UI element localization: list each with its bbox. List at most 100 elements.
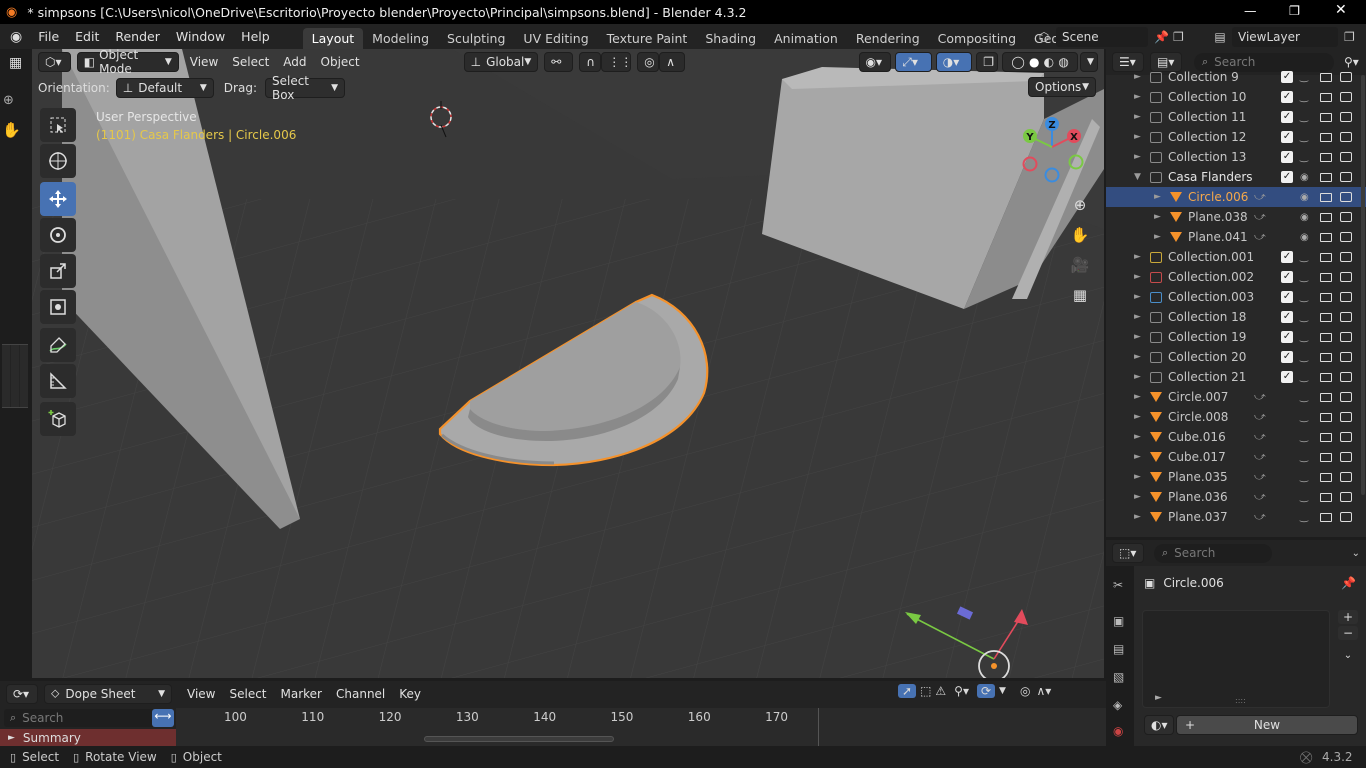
outliner-row[interactable]: ► Circle.006 ⤻ ◉ xyxy=(1106,187,1366,207)
visibility-dropdown[interactable]: ◉▾ xyxy=(858,52,892,72)
view-layer-tab-icon[interactable]: ▧ xyxy=(1113,670,1124,684)
expand-arrow-icon[interactable]: ► xyxy=(1134,132,1141,142)
eye-icon[interactable]: ‿ xyxy=(1300,292,1308,303)
scene-selector[interactable]: ⬡ Scene 📌 ❐ xyxy=(1032,26,1184,47)
gizmo-neg-x[interactable] xyxy=(1022,156,1038,172)
new-viewlayer-icon[interactable]: ❐ xyxy=(1344,30,1355,44)
camera-icon[interactable] xyxy=(1340,192,1352,202)
camera-icon[interactable] xyxy=(1340,172,1352,182)
exclude-checkbox[interactable]: ✓ xyxy=(1281,131,1293,143)
monitor-icon[interactable] xyxy=(1320,512,1332,522)
camera-icon[interactable] xyxy=(1340,92,1352,102)
solid-shading-icon[interactable]: ● xyxy=(1029,55,1039,69)
dope-sheet-mode-dropdown[interactable]: ⬦ Dope Sheet ▼ xyxy=(44,683,172,704)
scene-tab-icon[interactable]: ◈ xyxy=(1113,698,1122,712)
outliner-row[interactable]: ► Collection 9 ✓ ‿ xyxy=(1106,67,1366,87)
add-slot-icon[interactable]: + xyxy=(1338,610,1358,624)
menu-help[interactable]: Help xyxy=(233,29,278,44)
monitor-icon[interactable] xyxy=(1320,172,1332,182)
eye-icon[interactable]: ‿ xyxy=(1300,112,1308,123)
tab-shading[interactable]: Shading xyxy=(696,28,765,49)
expand-arrow-icon[interactable]: ► xyxy=(1134,432,1141,442)
output-tab-icon[interactable]: ▤ xyxy=(1113,642,1124,656)
expand-arrow-icon[interactable]: ► xyxy=(1134,272,1141,282)
exclude-checkbox[interactable]: ✓ xyxy=(1281,251,1293,263)
expand-arrow-icon[interactable]: ► xyxy=(1134,392,1141,402)
viewport-menu-view[interactable]: View xyxy=(183,55,225,69)
monitor-icon[interactable] xyxy=(1320,112,1332,122)
editor-type-dropdown[interactable]: ⬡▾ xyxy=(38,52,71,72)
monitor-icon[interactable] xyxy=(1320,412,1332,422)
exclude-checkbox[interactable]: ✓ xyxy=(1281,71,1293,83)
camera-icon[interactable] xyxy=(1340,492,1352,502)
eye-icon[interactable]: ‿ xyxy=(1300,72,1308,83)
monitor-icon[interactable] xyxy=(1320,392,1332,402)
menu-window[interactable]: Window xyxy=(168,29,233,44)
camera-icon[interactable] xyxy=(1340,332,1352,342)
outliner-row[interactable]: ► Cube.017 ⤻ ‿ xyxy=(1106,447,1366,467)
list-expand-icon[interactable]: ► xyxy=(1155,693,1162,703)
tab-texture-paint[interactable]: Texture Paint xyxy=(598,28,697,49)
region-grip[interactable] xyxy=(2,344,28,408)
timeline-menu-channel[interactable]: Channel xyxy=(329,687,392,701)
monitor-icon[interactable] xyxy=(1320,92,1332,102)
pin-icon[interactable]: 📌 xyxy=(1341,576,1356,590)
gizmo-toggle[interactable]: ⤢▾ xyxy=(895,52,932,72)
tab-uv-editing[interactable]: UV Editing xyxy=(514,28,597,49)
viewlayer-selector[interactable]: ▤ ViewLayer ❐ xyxy=(1208,26,1355,47)
monitor-icon[interactable] xyxy=(1320,352,1332,362)
shading-options-dropdown[interactable]: ▼ xyxy=(1080,52,1099,72)
timeline-menu-key[interactable]: Key xyxy=(392,687,428,701)
monitor-icon[interactable] xyxy=(1320,152,1332,162)
tab-modeling[interactable]: Modeling xyxy=(363,28,438,49)
tab-compositing[interactable]: Compositing xyxy=(929,28,1025,49)
properties-editor-type[interactable]: ⬚▾ xyxy=(1112,543,1144,563)
timeline-menu-marker[interactable]: Marker xyxy=(274,687,329,701)
expand-arrow-icon[interactable]: ► xyxy=(1134,332,1141,342)
eye-icon[interactable]: ‿ xyxy=(1300,252,1308,263)
camera-view-icon[interactable]: 🎥 xyxy=(1066,251,1094,279)
expand-arrow-icon[interactable]: ► xyxy=(1134,412,1141,422)
eye-icon[interactable]: ‿ xyxy=(1300,372,1308,383)
monitor-icon[interactable] xyxy=(1320,312,1332,322)
zoom-icon[interactable]: ⊕ xyxy=(1066,191,1094,219)
new-scene-icon[interactable]: ❐ xyxy=(1173,30,1184,44)
chevron-down-icon[interactable]: ▼ xyxy=(999,686,1006,696)
eye-icon[interactable]: ‿ xyxy=(1300,432,1308,443)
summary-channel[interactable]: ► Summary xyxy=(0,729,176,746)
monitor-icon[interactable] xyxy=(1320,372,1332,382)
gizmo-neg-y[interactable] xyxy=(1068,154,1084,170)
maximize-button[interactable]: ❐ xyxy=(1289,3,1300,18)
slot-menu-icon[interactable]: ⌄ xyxy=(1338,650,1358,661)
add-region-icon[interactable]: ⊕ xyxy=(3,93,14,108)
eye-icon[interactable]: ‿ xyxy=(1300,332,1308,343)
outliner-row[interactable]: ► Collection 13 ✓ ‿ xyxy=(1106,147,1366,167)
orientation-dropdown[interactable]: ⊥ Default ▼ xyxy=(115,78,214,98)
monitor-icon[interactable] xyxy=(1320,432,1332,442)
eye-icon[interactable]: ◉ xyxy=(1300,212,1309,223)
monitor-icon[interactable] xyxy=(1320,132,1332,142)
camera-icon[interactable] xyxy=(1340,152,1352,162)
only-selected-icon[interactable]: ➚ xyxy=(898,684,917,698)
camera-icon[interactable] xyxy=(1340,392,1352,402)
outliner-row[interactable]: ► Plane.041 ⤻ ◉ xyxy=(1106,227,1366,247)
mode-dropdown[interactable]: ◧ Object Mode ▼ xyxy=(76,49,179,76)
outliner-row[interactable]: ► Collection 12 ✓ ‿ xyxy=(1106,127,1366,147)
exclude-checkbox[interactable]: ✓ xyxy=(1281,311,1293,323)
camera-icon[interactable] xyxy=(1340,232,1352,242)
timeline-editor-type[interactable]: ⟳▾ xyxy=(6,683,38,704)
expand-arrow-icon[interactable]: ► xyxy=(1154,232,1161,242)
auto-key-icon[interactable]: ⟳ xyxy=(976,684,996,698)
transform-orientation-dropdown[interactable]: ⊥ Global ▼ xyxy=(463,52,539,72)
eye-icon[interactable]: ◉ xyxy=(1300,232,1309,243)
exclude-checkbox[interactable]: ✓ xyxy=(1281,331,1293,343)
minimize-button[interactable]: — xyxy=(1244,3,1257,18)
outliner-row[interactable]: ► Circle.008 ⤻ ‿ xyxy=(1106,407,1366,427)
overlay-toggle[interactable]: ◑▾ xyxy=(935,52,973,72)
monitor-icon[interactable] xyxy=(1320,192,1332,202)
exclude-checkbox[interactable]: ✓ xyxy=(1281,91,1293,103)
exclude-checkbox[interactable]: ✓ xyxy=(1281,111,1293,123)
outliner-row[interactable]: ► Plane.037 ⤻ ‿ xyxy=(1106,507,1366,527)
viewport-menu-object[interactable]: Object xyxy=(314,55,367,69)
exclude-checkbox[interactable]: ✓ xyxy=(1281,351,1293,363)
